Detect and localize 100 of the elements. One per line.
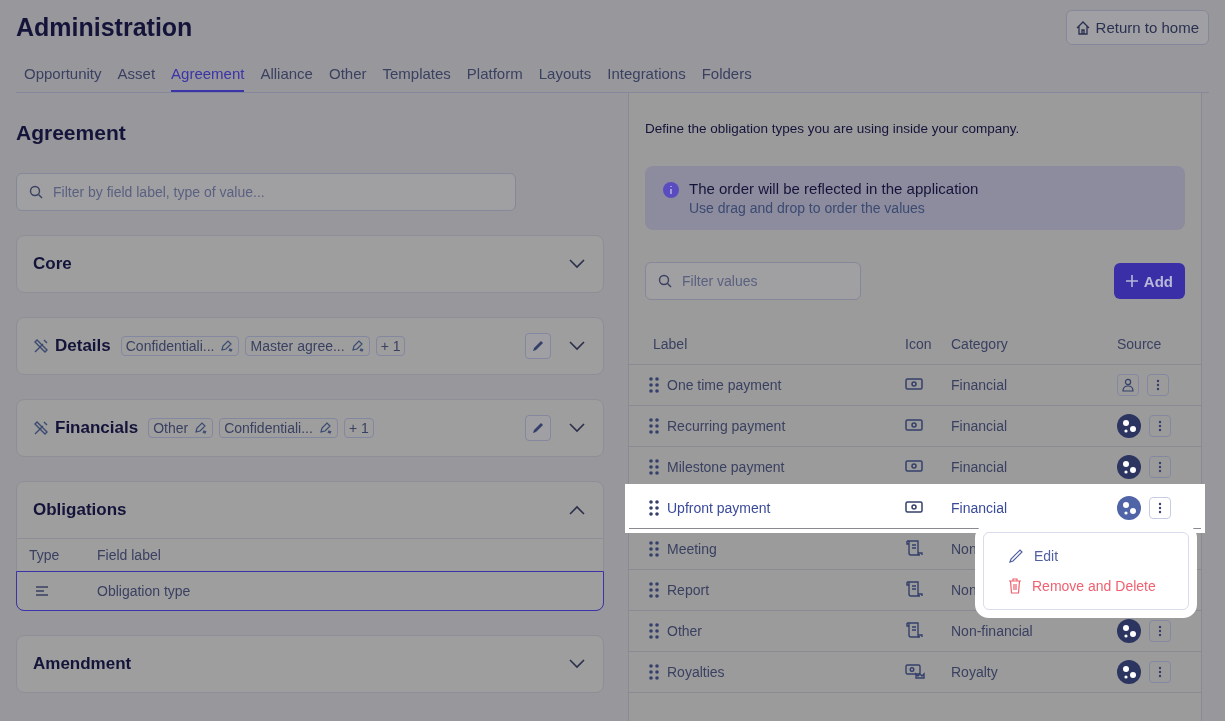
- drag-handle-icon[interactable]: [649, 459, 659, 475]
- section-heading: Core: [33, 254, 72, 274]
- tab[interactable]: Agreement: [171, 59, 245, 92]
- drag-handle-icon[interactable]: [649, 664, 659, 680]
- row-label: Report: [667, 582, 710, 598]
- row-label: Recurring payment: [667, 418, 786, 434]
- tab[interactable]: Asset: [117, 59, 156, 92]
- scroll-icon: [905, 538, 923, 557]
- trash-icon: [1008, 578, 1022, 594]
- row-label: Royalties: [667, 664, 725, 680]
- signature-icon: [194, 421, 209, 435]
- more-count: + 1: [375, 336, 406, 356]
- scroll-icon: [905, 579, 923, 598]
- chevron-icon[interactable]: [569, 341, 585, 351]
- drag-handle-icon[interactable]: [649, 582, 659, 598]
- user-icon: [1122, 378, 1134, 392]
- text-lines-icon: [35, 586, 49, 596]
- pencil-icon: [531, 339, 545, 353]
- table-row[interactable]: Recurring payment Financial: [629, 406, 1201, 447]
- menu-item[interactable]: Remove and Delete: [984, 571, 1188, 601]
- field-row[interactable]: Obligation type: [16, 571, 604, 611]
- chevron-icon[interactable]: [569, 505, 585, 515]
- tag: Master agree...: [245, 336, 370, 356]
- row-label: Milestone payment: [667, 459, 785, 475]
- system-logo-icon: [1117, 455, 1141, 479]
- banknote-icon: [905, 378, 923, 390]
- chevron-icon[interactable]: [569, 659, 585, 669]
- drag-handle-icon[interactable]: [649, 500, 659, 516]
- page-title: Administration: [16, 13, 193, 42]
- drag-handle-icon[interactable]: [649, 541, 659, 557]
- scroll-icon: [905, 620, 923, 639]
- tab[interactable]: Alliance: [260, 59, 313, 92]
- user-button[interactable]: [1117, 374, 1139, 396]
- tab[interactable]: Platform: [466, 59, 523, 92]
- signature-icon: [350, 339, 365, 353]
- tag: Confidentiali...: [120, 336, 240, 356]
- category-text: Non-financial: [951, 623, 1033, 639]
- signature-icon: [318, 421, 333, 435]
- tab[interactable]: Integrations: [607, 59, 686, 92]
- column-header: Icon: [905, 336, 933, 352]
- column-header: Category: [951, 336, 1009, 352]
- tab[interactable]: Opportunity: [24, 59, 102, 92]
- kebab-icon: [1156, 379, 1160, 391]
- column-header: Label: [652, 336, 689, 352]
- section-heading: Amendment: [33, 654, 132, 674]
- tab[interactable]: Other: [328, 59, 367, 92]
- column-header: Type: [28, 547, 61, 563]
- system-logo-icon: [1117, 619, 1141, 643]
- tab[interactable]: Templates: [382, 59, 451, 92]
- section-title: Agreement: [16, 121, 127, 145]
- tab[interactable]: Layouts: [538, 59, 592, 92]
- category-text: Financial: [951, 377, 1008, 393]
- section-heading: Obligations: [33, 500, 127, 520]
- field-label: Obligation type: [97, 583, 191, 599]
- kebab-icon: [1158, 461, 1162, 473]
- column-header: Source: [1117, 336, 1163, 352]
- notice-title: The order will be reflected in the application: [689, 180, 979, 197]
- return-home-button[interactable]: Return to home: [1065, 10, 1209, 45]
- table-row[interactable]: Royalties Royalty: [629, 652, 1201, 693]
- banknote-icon: [905, 419, 923, 431]
- tag: Confidentiali...: [219, 418, 338, 438]
- add-button[interactable]: Add: [1113, 263, 1185, 299]
- chevron-icon[interactable]: [569, 259, 585, 269]
- menu-item[interactable]: Edit: [984, 541, 1188, 571]
- kebab-icon: [1158, 420, 1162, 432]
- system-logo-icon: [1117, 660, 1141, 684]
- tools-icon: [33, 420, 49, 436]
- row-label: One time payment: [667, 377, 782, 393]
- chevron-icon[interactable]: [569, 423, 585, 433]
- tools-icon: [33, 338, 49, 354]
- search-field[interactable]: Filter by field label, type of value...: [16, 173, 516, 211]
- search-icon: [29, 185, 43, 199]
- column-header: Field label: [97, 547, 161, 563]
- search-icon: [658, 274, 672, 288]
- home-icon: [1075, 20, 1090, 35]
- category-text: Royalty: [951, 664, 998, 680]
- tab[interactable]: Folders: [701, 59, 752, 92]
- drag-handle-icon[interactable]: [649, 377, 659, 393]
- drag-handle-icon[interactable]: [649, 418, 659, 434]
- row-label: Meeting: [667, 541, 717, 557]
- kebab-icon: [1158, 666, 1162, 678]
- system-logo-icon: [1117, 414, 1141, 438]
- pencil-icon: [531, 421, 545, 435]
- pencil-icon: [1008, 548, 1024, 564]
- edit-button[interactable]: [525, 415, 551, 441]
- tag: Other: [148, 418, 214, 438]
- kebab-icon: [1158, 502, 1162, 514]
- row-label: Other: [667, 623, 702, 639]
- description-text: Define the obligation types you are using inside your company.: [645, 121, 1021, 136]
- drag-handle-icon[interactable]: [649, 623, 659, 639]
- table-row[interactable]: Other Non-financial: [629, 611, 1201, 652]
- more-options-button[interactable]: [1149, 497, 1171, 519]
- notice-subtitle: Use drag and drop to order the values: [689, 200, 926, 216]
- edit-button[interactable]: [525, 333, 551, 359]
- banknote-crown-icon: [905, 662, 925, 679]
- table-row[interactable]: One time payment Financial: [629, 365, 1201, 406]
- category-text: Financial: [951, 418, 1008, 434]
- section-heading: Financials: [55, 418, 139, 438]
- plus-icon: [1125, 275, 1138, 287]
- filter-field[interactable]: Filter values: [645, 262, 861, 300]
